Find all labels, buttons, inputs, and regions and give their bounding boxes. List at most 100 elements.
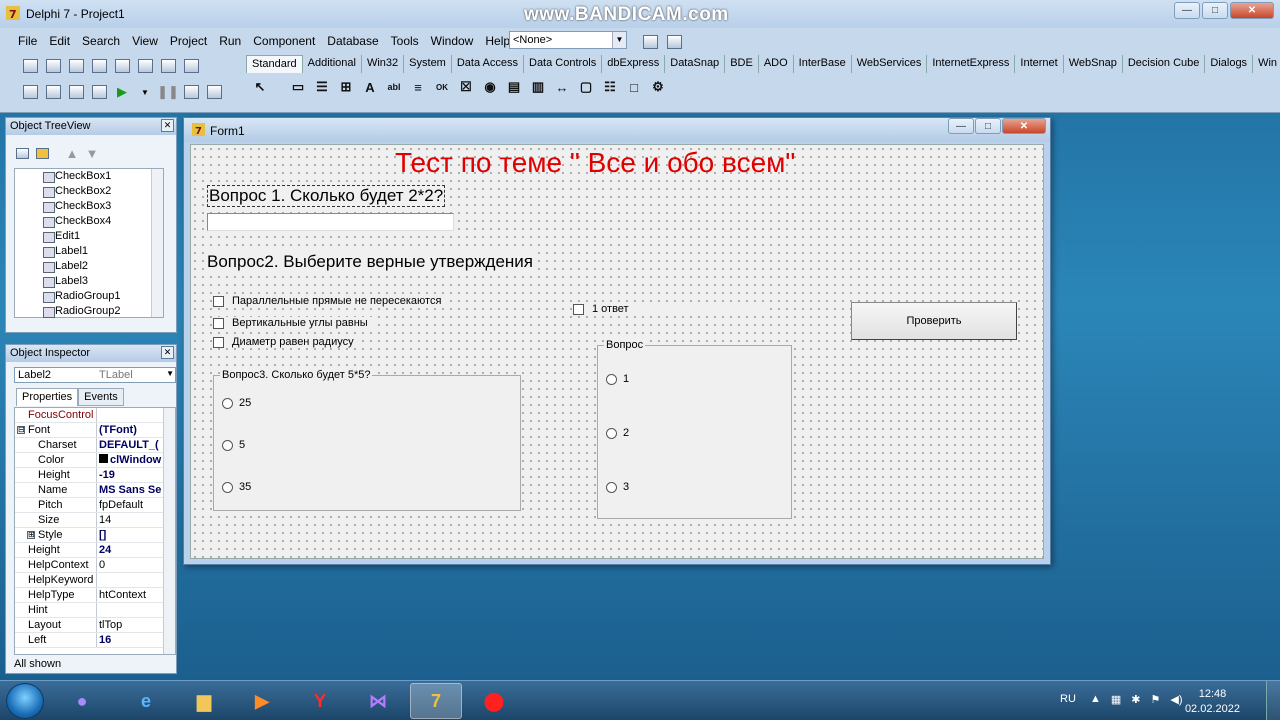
save-icon[interactable]	[66, 56, 86, 76]
tab-data-controls[interactable]: Data Controls	[524, 55, 603, 73]
radiobutton-icon[interactable]: ◉	[480, 77, 500, 97]
radio-circle[interactable]	[606, 481, 617, 493]
menu-search[interactable]: Search	[76, 31, 126, 51]
property-value[interactable]: (TFont)	[97, 423, 163, 437]
form1-client-area[interactable]: Тест по теме " Все и обо всем" Вопрос 1.…	[190, 144, 1044, 559]
radio-circle[interactable]	[222, 481, 233, 493]
close-icon[interactable]: ✕	[161, 119, 174, 132]
property-value[interactable]: htContext	[97, 588, 163, 602]
property-row[interactable]: HelpContext 0	[15, 558, 175, 573]
answer1-edit[interactable]	[207, 213, 454, 231]
open-icon[interactable]	[43, 56, 63, 76]
menu-project[interactable]: Project	[164, 31, 213, 51]
listbox-icon[interactable]: ▤	[504, 77, 524, 97]
property-row[interactable]: Charset DEFAULT_(	[15, 438, 175, 453]
radio-option[interactable]: 35	[222, 481, 251, 493]
checkbox-box[interactable]	[213, 336, 224, 348]
chevron-down-icon[interactable]: ▼	[612, 32, 626, 48]
property-row[interactable]: ⊞ Style[]	[15, 528, 175, 543]
view-form-icon[interactable]	[43, 82, 63, 102]
open-project-icon[interactable]	[112, 56, 132, 76]
arrow-down-icon[interactable]: ▼	[84, 145, 100, 161]
expand-icon[interactable]: ⊞	[27, 531, 35, 539]
tab-webservices[interactable]: WebServices	[852, 55, 928, 73]
checkbox-parallel[interactable]: Параллельные прямые не пересекаются	[213, 295, 448, 307]
tab-properties[interactable]: Properties	[16, 388, 79, 406]
save-desktop-icon[interactable]	[640, 32, 660, 52]
tree-item[interactable]: Label2	[15, 259, 163, 274]
menu-window[interactable]: Window	[425, 31, 480, 51]
property-row[interactable]: Height 24	[15, 543, 175, 558]
tab-internet[interactable]: Internet	[1015, 55, 1064, 73]
property-value[interactable]	[97, 603, 163, 617]
property-value[interactable]: 0	[97, 558, 163, 572]
menu-file[interactable]: File	[12, 31, 43, 51]
checkbox-diameter[interactable]: Диаметр равен радиусу	[213, 336, 360, 348]
tab-win32[interactable]: Win32	[362, 55, 405, 73]
tree-item[interactable]: Label1	[15, 244, 163, 259]
groupbox-icon[interactable]: ▢	[576, 77, 596, 97]
radio-option[interactable]: 5	[222, 439, 245, 451]
property-row[interactable]: FocusControl	[15, 408, 175, 423]
property-row[interactable]: Layout tlTop	[15, 618, 175, 633]
button-icon[interactable]: OK	[432, 77, 452, 97]
tree-item[interactable]: RadioGroup1	[15, 289, 163, 304]
new-form-icon[interactable]	[89, 82, 109, 102]
tree-scrollbar[interactable]	[151, 169, 163, 317]
trace-into-icon[interactable]	[181, 82, 201, 102]
show-desktop-button[interactable]	[1266, 681, 1280, 720]
property-row[interactable]: Height -19	[15, 468, 175, 483]
radiogroup-icon[interactable]: ☷	[600, 77, 620, 97]
tree-item[interactable]: Edit1	[15, 229, 163, 244]
property-row[interactable]: ⊟ Font (TFont)	[15, 423, 175, 438]
checkbox-box[interactable]	[573, 303, 584, 315]
tab-dialogs[interactable]: Dialogs	[1205, 55, 1254, 73]
explorer-folder-icon[interactable]: ▆	[178, 683, 230, 719]
property-row[interactable]: Size 14	[15, 513, 175, 528]
internet-explorer-icon[interactable]: e	[120, 683, 172, 719]
tab-dbexpress[interactable]: dbExpress	[602, 55, 666, 73]
checkbox-vertical-angles[interactable]: Вертикальные углы равны	[213, 317, 374, 329]
panel-icon[interactable]: □	[624, 77, 644, 97]
menu-view[interactable]: View	[126, 31, 164, 51]
bandicam-record-icon[interactable]: ⬤	[468, 683, 520, 719]
minimize-button[interactable]: —	[1174, 2, 1200, 19]
remove-file-icon[interactable]	[158, 56, 178, 76]
close-button[interactable]: ✕	[1002, 118, 1046, 134]
tree-item[interactable]: CheckBox4	[15, 214, 163, 229]
run-icon[interactable]: ▶	[112, 82, 132, 102]
bluetooth-icon[interactable]: ✱	[1131, 693, 1140, 706]
scrollbar-icon[interactable]: ↔	[552, 77, 572, 97]
radio-circle[interactable]	[222, 397, 233, 409]
media-player-icon[interactable]: ▶	[236, 683, 288, 719]
tab-win31[interactable]: Win 3.1	[1253, 55, 1280, 73]
new-folder-icon[interactable]	[14, 145, 30, 161]
label-icon[interactable]: A	[360, 77, 380, 97]
tab-ado[interactable]: ADO	[759, 55, 794, 73]
save-all-icon[interactable]	[89, 56, 109, 76]
frame-icon[interactable]: ▭	[288, 77, 308, 97]
tree-item[interactable]: CheckBox2	[15, 184, 163, 199]
alice-icon[interactable]: ●	[56, 683, 108, 719]
checkbox-box[interactable]	[213, 295, 224, 307]
question1-label[interactable]: Вопрос 1. Сколько будет 2*2?	[207, 185, 446, 207]
property-row[interactable]: Color clWindow	[15, 453, 175, 468]
tab-internetexpress[interactable]: InternetExpress	[927, 55, 1016, 73]
property-value[interactable]: 24	[97, 543, 163, 557]
tree-item[interactable]: CheckBox1	[15, 169, 163, 184]
property-row[interactable]: Pitch fpDefault	[15, 498, 175, 513]
tab-websnap[interactable]: WebSnap	[1064, 55, 1123, 73]
test-heading-label[interactable]: Тест по теме " Все и обо всем"	[395, 147, 795, 179]
action-center-icon[interactable]: ⚑	[1151, 693, 1161, 706]
property-value[interactable]: -19	[97, 468, 163, 482]
add-file-icon[interactable]	[135, 56, 155, 76]
actionlist-icon[interactable]: ⚙	[648, 77, 668, 97]
property-value[interactable]	[97, 408, 163, 422]
radio-circle[interactable]	[606, 373, 617, 385]
pointer-icon[interactable]: ↖	[250, 77, 270, 97]
chevron-down-icon[interactable]: ▼	[166, 369, 174, 378]
radio-option[interactable]: 3	[606, 481, 629, 493]
mainmenu-icon[interactable]: ☰	[312, 77, 332, 97]
clock[interactable]: 12:48 02.02.2022	[1185, 687, 1240, 717]
close-button[interactable]: ✕	[1230, 2, 1274, 19]
